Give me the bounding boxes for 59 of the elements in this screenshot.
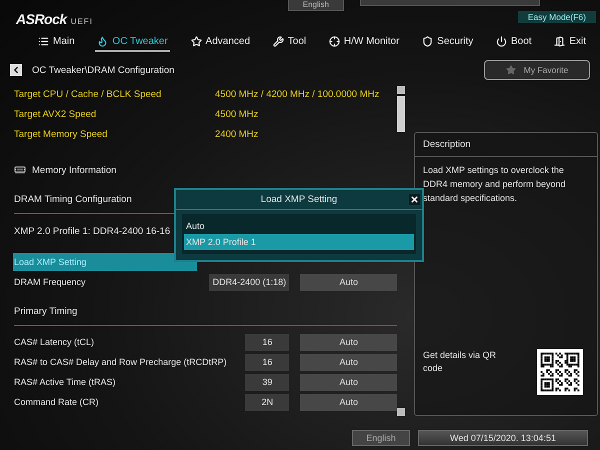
nav-tab[interactable]: Tool: [270, 32, 308, 52]
star-icon: [506, 65, 516, 75]
scrollbar-thumb[interactable]: [397, 96, 405, 132]
crosshair-icon: [328, 36, 340, 46]
nav-tab[interactable]: Main: [36, 32, 77, 52]
setting-label[interactable]: DRAM Frequency: [13, 273, 197, 291]
option-button[interactable]: Auto: [300, 374, 397, 390]
setting-label[interactable]: CAS# Latency (tCL): [13, 333, 197, 351]
breadcrumb: OC Tweaker\DRAM Configuration: [32, 64, 174, 76]
nav-tab[interactable]: Security: [420, 32, 476, 52]
submenu-item[interactable]: Memory Information: [32, 164, 116, 176]
section-heading: Primary Timing: [14, 306, 78, 317]
setting-value: DDR4-2400 (1:18): [209, 274, 290, 290]
flame-icon: [97, 36, 108, 46]
dialog-title: Load XMP Setting: [260, 194, 338, 205]
info-value: 4500 MHz: [215, 108, 258, 120]
list-icon: [38, 36, 49, 46]
nav-tab[interactable]: OC Tweaker: [95, 32, 170, 52]
setting-value: 39: [245, 374, 290, 390]
info-value: 4500 MHz / 4200 MHz / 100.0000 MHz: [215, 88, 380, 100]
setting-label[interactable]: RAS# Active Time (tRAS): [13, 373, 197, 391]
setting-value: 16: [245, 354, 290, 370]
dialog-option[interactable]: Auto: [184, 218, 414, 234]
setting-label[interactable]: Command Rate (CR): [13, 393, 197, 411]
nav-tab[interactable]: H/W Monitor: [326, 32, 402, 52]
nav-tab[interactable]: Advanced: [188, 32, 252, 52]
nav-tab[interactable]: Boot: [494, 32, 534, 52]
info-label: Target Memory Speed: [14, 128, 108, 140]
option-button[interactable]: Auto: [300, 274, 397, 290]
power-icon: [496, 36, 508, 46]
language-button[interactable]: English: [288, 0, 344, 11]
logo: ASRock UEFI: [16, 11, 93, 27]
description-text: Load XMP settings to overclock the DDR4 memory and perform beyond standard specifications.: [423, 165, 566, 203]
date-time: Wed 07/15/2020. 13:04:51: [418, 430, 588, 446]
close-button[interactable]: [409, 194, 420, 205]
qr-code: [537, 349, 583, 395]
option-button[interactable]: Auto: [300, 394, 397, 410]
option-button[interactable]: Auto: [300, 354, 397, 370]
favorite-button[interactable]: My Favorite: [484, 60, 590, 80]
door-icon: [554, 36, 566, 46]
back-button[interactable]: [10, 64, 22, 76]
setting-label[interactable]: RAS# to CAS# Delay and Row Precharge (tRCDtRP): [13, 353, 227, 371]
setting-value: 2N: [245, 394, 290, 410]
option-button[interactable]: Auto: [300, 334, 397, 350]
chevron-left-icon: [11, 65, 21, 75]
easy-mode-button[interactable]: Easy Mode(F6): [518, 11, 596, 23]
language-button[interactable]: English: [352, 430, 410, 446]
profile-info: XMP 2.0 Profile 1: DDR4-2400 16-16: [14, 226, 170, 236]
wrench-icon: [272, 36, 284, 46]
shield-icon: [422, 36, 434, 46]
panel-title: Description: [423, 139, 471, 150]
info-value: 2400 MHz: [215, 128, 258, 140]
info-label: Target CPU / Cache / BCLK Speed: [14, 88, 162, 100]
setting-value: 16: [245, 334, 290, 350]
info-label: Target AVX2 Speed: [14, 108, 98, 120]
section-heading: DRAM Timing Configuration: [14, 194, 132, 205]
qr-caption: Get details via QR code: [423, 349, 498, 375]
star-icon: [190, 36, 202, 46]
nav-tab[interactable]: Exit: [552, 32, 588, 52]
